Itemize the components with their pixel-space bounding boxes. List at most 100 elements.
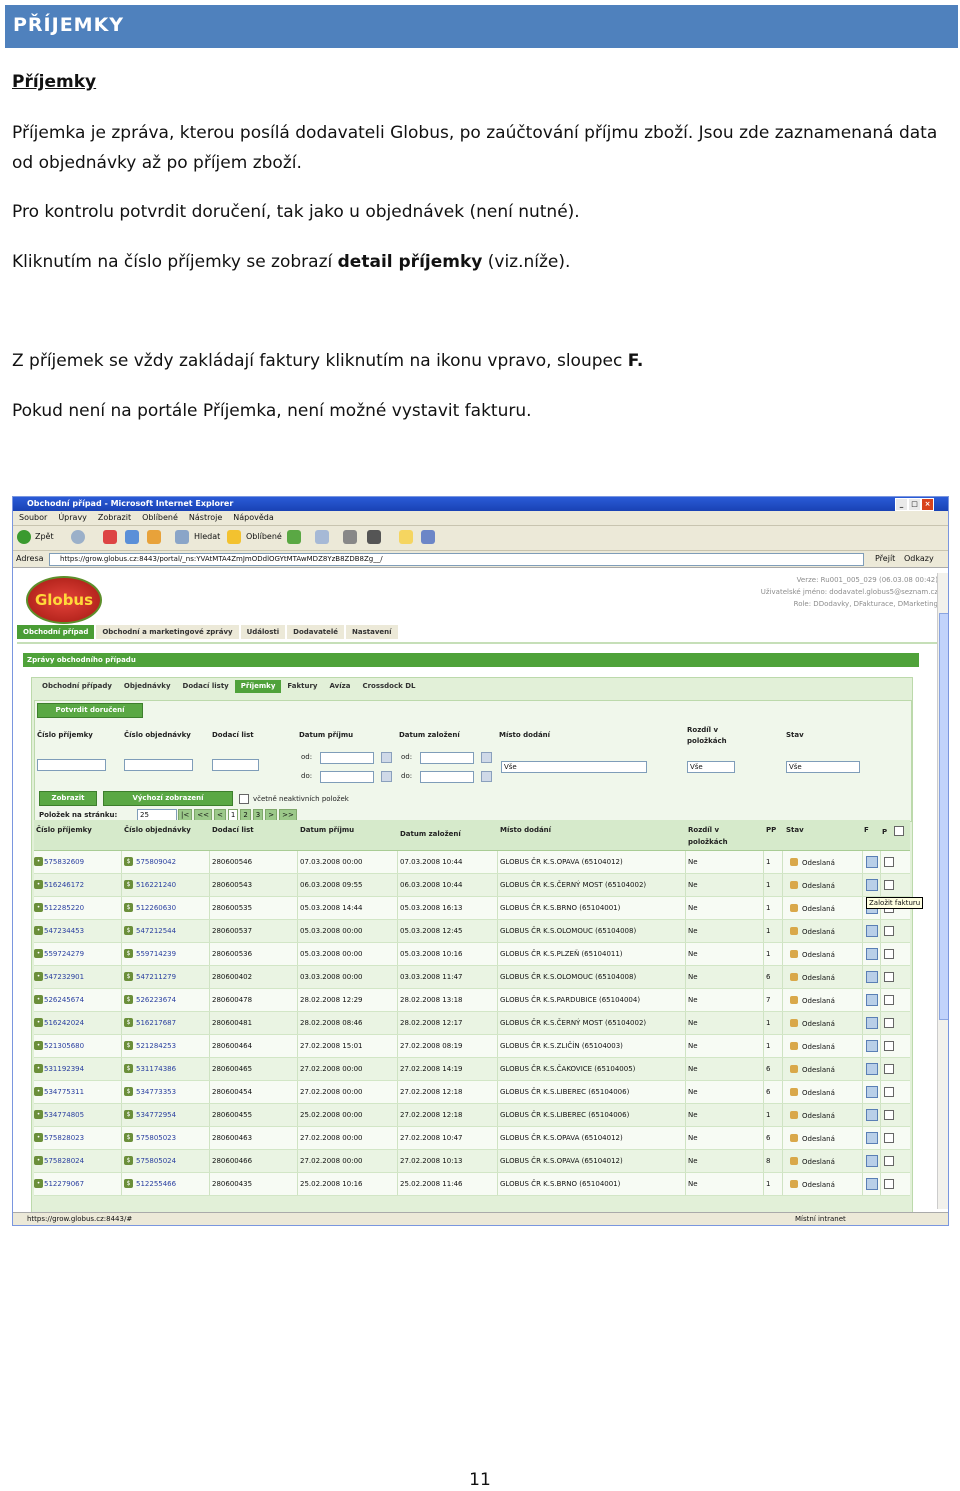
row-checkbox[interactable] (884, 1018, 894, 1028)
cell-order-number[interactable]: 534772954 (136, 1111, 176, 1119)
created-date-to-input[interactable] (420, 771, 474, 783)
cell-receipt-number[interactable]: 516246172 (44, 881, 84, 889)
menu-item[interactable]: Soubor (19, 513, 47, 522)
portal-tab[interactable]: Obchodní případ (17, 625, 95, 639)
address-input[interactable]: https://grow.globus.cz:8443/portal/_ns:Y… (49, 553, 864, 566)
cell-receipt-number[interactable]: 512285220 (44, 904, 84, 912)
cell-receipt-number[interactable]: 526245674 (44, 996, 84, 1004)
forward-icon[interactable] (71, 530, 85, 544)
receipt-date-to-input[interactable] (320, 771, 374, 783)
cell-receipt-number[interactable]: 575828023 (44, 1134, 84, 1142)
create-invoice-icon[interactable] (866, 1086, 878, 1098)
create-invoice-icon[interactable] (866, 994, 878, 1006)
calendar-icon[interactable] (481, 752, 492, 763)
cell-receipt-number[interactable]: 575832609 (44, 858, 84, 866)
row-checkbox[interactable] (884, 857, 894, 867)
cell-order-number[interactable]: 547212544 (136, 927, 176, 935)
portal-tab[interactable]: Události (240, 625, 286, 639)
cell-receipt-number[interactable]: 575828024 (44, 1157, 84, 1165)
search-icon[interactable] (175, 530, 189, 544)
row-checkbox[interactable] (884, 949, 894, 959)
cell-receipt-number[interactable]: 516242024 (44, 1019, 84, 1027)
row-checkbox[interactable] (884, 972, 894, 982)
col-receipt-number[interactable]: Číslo příjemky (36, 824, 92, 836)
create-invoice-icon[interactable] (866, 1017, 878, 1029)
message-tab[interactable]: Obchodní případy (36, 680, 118, 693)
create-invoice-icon[interactable] (866, 1132, 878, 1144)
maximize-button[interactable]: □ (908, 498, 921, 511)
cell-receipt-number[interactable]: 534775311 (44, 1088, 84, 1096)
row-checkbox[interactable] (884, 880, 894, 890)
scrollbar-thumb[interactable] (939, 613, 948, 1020)
back-button-label[interactable]: Zpět (35, 532, 54, 541)
portal-tab[interactable]: Dodavatelé (287, 625, 345, 639)
notes-icon[interactable] (399, 530, 413, 544)
portal-tab[interactable]: Obchodní a marketingové zprávy (96, 625, 239, 639)
cell-order-number[interactable]: 575805024 (136, 1157, 176, 1165)
row-checkbox[interactable] (884, 1087, 894, 1097)
calendar-icon[interactable] (381, 752, 392, 763)
messenger-icon[interactable] (421, 530, 435, 544)
cell-receipt-number[interactable]: 512279067 (44, 1180, 84, 1188)
menu-item[interactable]: Nástroje (189, 513, 222, 522)
cell-order-number[interactable]: 521284253 (136, 1042, 176, 1050)
order-number-input[interactable] (124, 759, 193, 771)
col-difference[interactable]: Rozdíl v položkách (688, 824, 738, 848)
stop-icon[interactable] (103, 530, 117, 544)
col-state[interactable]: Stav (786, 824, 804, 836)
row-checkbox[interactable] (884, 1041, 894, 1051)
row-checkbox[interactable] (884, 1156, 894, 1166)
create-invoice-icon[interactable] (866, 1155, 878, 1167)
message-tab[interactable]: Avíza (324, 680, 357, 693)
cell-order-number[interactable]: 575805023 (136, 1134, 176, 1142)
receipt-number-input[interactable] (37, 759, 106, 771)
cell-receipt-number[interactable]: 547232901 (44, 973, 84, 981)
state-select[interactable]: Vše (786, 761, 860, 773)
message-tab[interactable]: Faktury (281, 680, 323, 693)
home-icon[interactable] (147, 530, 161, 544)
menu-item[interactable]: Oblíbené (142, 513, 178, 522)
cell-order-number[interactable]: 516221240 (136, 881, 176, 889)
col-delivery-place[interactable]: Místo dodání (500, 824, 551, 836)
cell-order-number[interactable]: 512255466 (136, 1180, 176, 1188)
cell-order-number[interactable]: 559714239 (136, 950, 176, 958)
cell-receipt-number[interactable]: 559724279 (44, 950, 84, 958)
select-all-checkbox[interactable] (894, 826, 904, 836)
edit-icon[interactable] (367, 530, 381, 544)
show-button[interactable]: Zobrazit (39, 791, 97, 806)
refresh-icon[interactable] (125, 530, 139, 544)
col-created-date[interactable]: Datum založení (400, 828, 461, 840)
cell-receipt-number[interactable]: 521305680 (44, 1042, 84, 1050)
create-invoice-icon[interactable] (866, 1109, 878, 1121)
row-checkbox[interactable] (884, 1064, 894, 1074)
default-view-button[interactable]: Výchozí zobrazení (103, 791, 233, 806)
cell-order-number[interactable]: 512260630 (136, 904, 176, 912)
row-checkbox[interactable] (884, 1179, 894, 1189)
cell-order-number[interactable]: 516217687 (136, 1019, 176, 1027)
mail-icon[interactable] (315, 530, 329, 544)
print-icon[interactable] (343, 530, 357, 544)
row-checkbox[interactable] (884, 1110, 894, 1120)
delivery-place-select[interactable]: Vše (501, 761, 647, 773)
col-delivery-note[interactable]: Dodací list (212, 824, 254, 836)
go-button[interactable]: Přejít (875, 551, 895, 567)
create-invoice-icon[interactable] (866, 948, 878, 960)
create-invoice-icon[interactable] (866, 879, 878, 891)
row-checkbox[interactable] (884, 1133, 894, 1143)
cell-order-number[interactable]: 534773353 (136, 1088, 176, 1096)
cell-receipt-number[interactable]: 547234453 (44, 927, 84, 935)
menu-item[interactable]: Úpravy (58, 513, 87, 522)
cell-order-number[interactable]: 526223674 (136, 996, 176, 1004)
create-invoice-icon[interactable] (866, 1178, 878, 1190)
col-p[interactable]: P (882, 826, 887, 838)
search-button-label[interactable]: Hledat (194, 532, 220, 541)
create-invoice-icon[interactable] (866, 925, 878, 937)
minimize-button[interactable]: _ (895, 498, 908, 511)
links-button[interactable]: Odkazy (904, 551, 934, 567)
confirm-delivery-button[interactable]: Potvrdit doručení (37, 703, 143, 718)
cell-receipt-number[interactable]: 531192394 (44, 1065, 84, 1073)
vertical-scrollbar[interactable] (937, 573, 948, 1209)
difference-select[interactable]: Vše (687, 761, 735, 773)
history-icon[interactable] (287, 530, 301, 544)
message-tab[interactable]: Objednávky (118, 680, 177, 693)
